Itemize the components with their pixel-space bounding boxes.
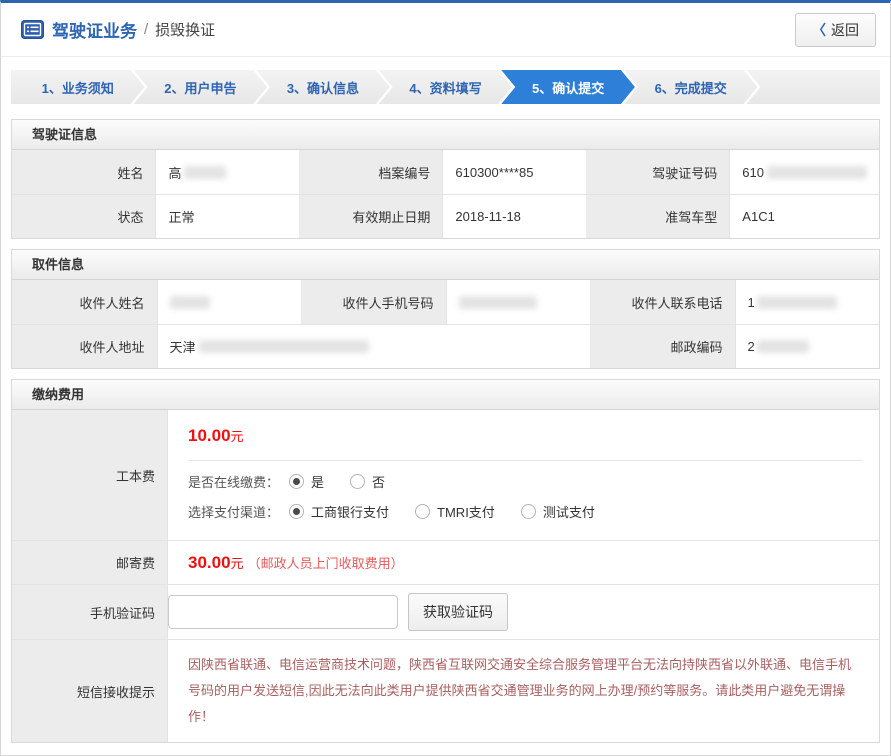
step-4-fill-data: 4、资料填写	[379, 70, 513, 104]
license-number-value: 610	[729, 150, 879, 194]
step-progress-bar: 1、业务须知 2、用户申告 3、确认信息 4、资料填写 5、确认提交 6、完成提…	[11, 70, 880, 104]
pay-channel-question: 选择支付渠道：	[188, 502, 279, 521]
recipient-phone-label: 收件人联系电话	[590, 280, 735, 324]
sms-code-body: 获取验证码	[167, 584, 879, 639]
radio-channel-test-circle-icon[interactable]	[521, 504, 536, 519]
recipient-address-label: 收件人地址	[12, 324, 157, 368]
expiry-label: 有效期止日期	[299, 194, 442, 238]
radio-channel-tmri-label: TMRI支付	[437, 502, 495, 521]
radio-channel-test-label: 测试支付	[543, 502, 595, 521]
work-fee-body: 10.00元 是否在线缴费： 是 否	[167, 410, 879, 540]
breadcrumb-current: 损毁换证	[155, 19, 215, 40]
vehicle-class-label: 准驾车型	[586, 194, 729, 238]
step-5-confirm-submit: 5、确认提交	[501, 70, 635, 104]
step-1-business-notice: 1、业务须知	[11, 70, 145, 104]
license-replacement-page: 驾驶证业务 / 损毁换证 〈 返回 1、业务须知 2、用户申告 3、确认信息 4…	[0, 0, 891, 756]
online-pay-question: 是否在线缴费：	[188, 472, 279, 491]
postage-fee-amount: 30.00	[188, 553, 231, 573]
pickup-section-title: 取件信息	[12, 250, 879, 280]
step-6-complete-submit: 6、完成提交	[624, 70, 758, 104]
recipient-name-label: 收件人姓名	[12, 280, 157, 324]
redacted-name	[184, 166, 226, 179]
recipient-address-value: 天津	[157, 324, 591, 368]
radio-channel-tmri[interactable]: TMRI支付	[415, 502, 495, 521]
postage-fee-note: （邮政人员上门收取费用）	[248, 553, 404, 572]
recipient-phone-value: 1	[735, 280, 880, 324]
radio-online-yes-label: 是	[311, 472, 324, 491]
redacted-recipient-mobile	[459, 296, 537, 309]
form-list-icon	[21, 20, 44, 39]
radio-channel-icbc-label: 工商银行支付	[311, 502, 389, 521]
radio-online-no[interactable]: 否	[350, 472, 385, 491]
breadcrumb-separator: /	[144, 21, 148, 38]
redacted-recipient-name	[170, 296, 210, 309]
page-title: 驾驶证业务	[52, 17, 137, 42]
radio-online-no-label: 否	[372, 472, 385, 491]
expiry-value: 2018-11-18	[442, 194, 585, 238]
postage-fee-unit: 元	[231, 553, 244, 572]
vehicle-class-value: A1C1	[729, 194, 879, 238]
redacted-postcode	[757, 340, 809, 353]
radio-online-yes[interactable]: 是	[289, 472, 324, 491]
page-header: 驾驶证业务 / 损毁换证 〈 返回	[1, 3, 890, 57]
status-label: 状态	[12, 194, 155, 238]
license-number-label: 驾驶证号码	[586, 150, 729, 194]
sms-code-input[interactable]	[168, 595, 398, 629]
redacted-recipient-address	[199, 340, 369, 353]
postcode-label: 邮政编码	[590, 324, 735, 368]
fees-section-title: 缴纳费用	[12, 380, 879, 410]
postage-fee-body: 30.00元 （邮政人员上门收取费用）	[167, 540, 879, 584]
redacted-recipient-phone	[757, 296, 837, 309]
fee-divider	[188, 460, 863, 461]
redacted-license-number	[767, 166, 867, 179]
recipient-mobile-label: 收件人手机号码	[301, 280, 446, 324]
radio-channel-icbc[interactable]: 工商银行支付	[289, 502, 389, 521]
sms-tip-label: 短信接收提示	[12, 639, 167, 742]
step-2-user-declaration: 2、用户申告	[134, 70, 268, 104]
sms-tip-body: 因陕西省联通、电信运营商技术问题，陕西省互联网交通安全综合服务管理平台无法向持陕…	[167, 639, 879, 742]
radio-channel-test[interactable]: 测试支付	[521, 502, 595, 521]
postcode-value: 2	[735, 324, 880, 368]
work-fee-amount: 10.00	[188, 426, 231, 445]
pickup-info-section: 取件信息 收件人姓名 收件人手机号码 收件人联系电话 1 收件人地址 天津 邮政…	[11, 249, 880, 369]
work-fee-unit: 元	[231, 429, 244, 444]
step-bar-filler	[746, 70, 880, 104]
back-chevron-icon: 〈	[812, 20, 826, 40]
postage-fee-label: 邮寄费	[12, 540, 167, 584]
back-button-label: 返回	[831, 20, 859, 40]
name-label: 姓名	[12, 150, 155, 194]
back-button[interactable]: 〈 返回	[795, 13, 876, 47]
file-number-label: 档案编号	[299, 150, 442, 194]
file-number-value: 610300****85	[442, 150, 585, 194]
recipient-name-value	[157, 280, 302, 324]
work-fee-label: 工本费	[12, 410, 167, 540]
license-section-title: 驾驶证信息	[12, 120, 879, 150]
get-code-button[interactable]: 获取验证码	[408, 593, 508, 631]
radio-online-yes-circle-icon[interactable]	[289, 474, 304, 489]
step-3-confirm-info: 3、确认信息	[256, 70, 390, 104]
radio-channel-tmri-circle-icon[interactable]	[415, 504, 430, 519]
license-info-section: 驾驶证信息 姓名 高 档案编号 610300****85 驾驶证号码 610 状…	[11, 119, 880, 239]
sms-tip-text: 因陕西省联通、电信运营商技术问题，陕西省互联网交通安全综合服务管理平台无法向持陕…	[188, 640, 879, 742]
sms-code-label: 手机验证码	[12, 584, 167, 639]
radio-channel-icbc-circle-icon[interactable]	[289, 504, 304, 519]
radio-online-no-circle-icon[interactable]	[350, 474, 365, 489]
fees-section: 缴纳费用 工本费 10.00元 是否在线缴费： 是	[11, 379, 880, 743]
name-value: 高	[155, 150, 298, 194]
status-value: 正常	[155, 194, 298, 238]
recipient-mobile-value	[446, 280, 591, 324]
